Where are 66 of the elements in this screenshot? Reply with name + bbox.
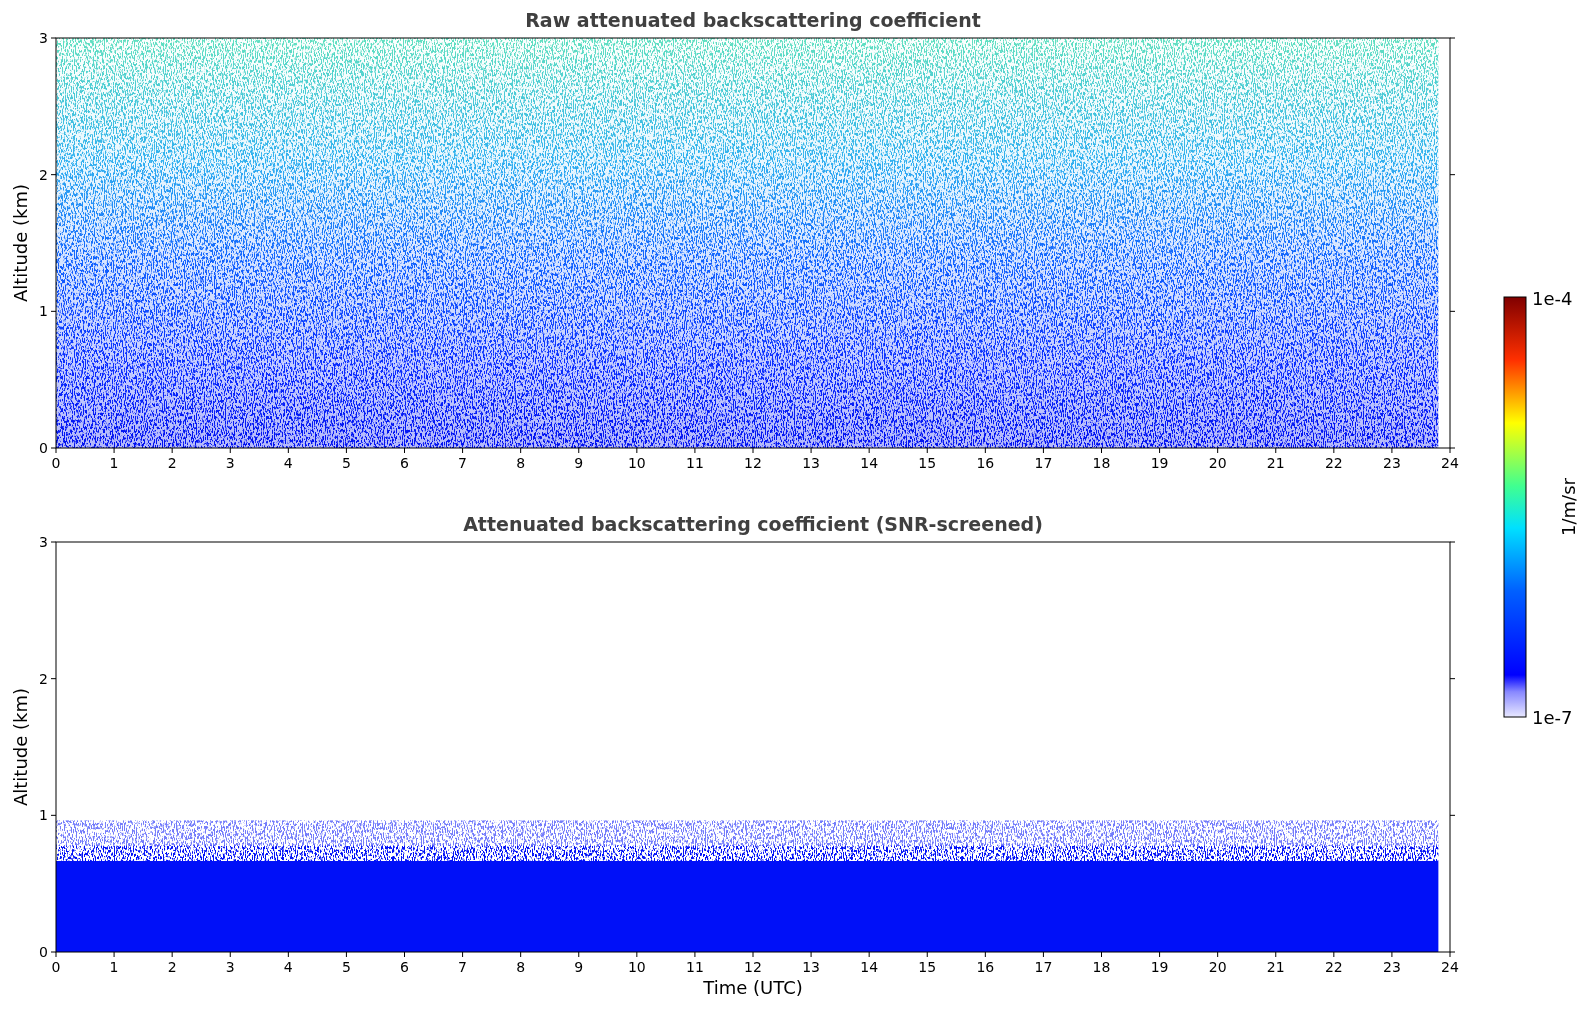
x-tick-label: 20 (1208, 959, 1227, 975)
x-tick-label: 21 (1266, 959, 1285, 975)
x-tick-label: 21 (1266, 455, 1285, 471)
y-tick-label: 1 (39, 807, 48, 824)
x-tick-label: 1 (109, 959, 119, 975)
x-tick-label: 7 (458, 455, 468, 471)
x-tick-label: 19 (1150, 959, 1169, 975)
x-tick-label: 5 (341, 959, 351, 975)
x-tick-label: 2 (167, 959, 177, 975)
x-tick-label: 17 (1034, 455, 1053, 471)
y-tick-label: 0 (39, 440, 48, 456)
colorbar-max-label: 1e-4 (1532, 288, 1573, 309)
x-tick-label: 11 (686, 455, 704, 471)
x-tick-label: 5 (341, 455, 351, 471)
x-tick-label: 23 (1383, 959, 1401, 975)
x-tick-label: 4 (283, 959, 293, 975)
x-tick-label: 10 (627, 455, 646, 471)
x-tick-label: 9 (574, 959, 584, 975)
x-tick-label: 24 (1441, 455, 1459, 471)
y-tick-label: 0 (39, 944, 48, 960)
x-tick-label: 18 (1092, 455, 1111, 471)
x-tick-label: 0 (51, 959, 61, 975)
x-tick-label: 11 (686, 959, 704, 975)
axis-label: Altitude (km) (10, 687, 31, 807)
x-tick-label: 16 (976, 455, 995, 471)
x-tick-label: 22 (1324, 455, 1343, 471)
y-tick-label: 1 (39, 303, 48, 320)
x-tick-label: 1 (109, 455, 119, 471)
x-tick-label: 7 (458, 959, 468, 975)
y-tick-label: 2 (39, 670, 48, 687)
x-tick-label: 14 (860, 959, 879, 975)
x-tick-label: 6 (400, 959, 409, 975)
x-tick-label: 13 (802, 455, 820, 471)
axis-label: Altitude (km) (10, 183, 31, 303)
y-tick-label: 3 (39, 534, 48, 550)
y-tick-label: 3 (39, 30, 48, 46)
x-tick-label: 0 (51, 455, 61, 471)
x-tick-label: 17 (1034, 959, 1053, 975)
plot-title: Attenuated backscattering coefficient (SNR-screened) (463, 513, 1043, 535)
x-tick-label: 24 (1441, 959, 1459, 975)
x-tick-label: 15 (918, 959, 937, 975)
y-tick-label: 2 (39, 166, 48, 183)
x-tick-label: 18 (1092, 959, 1111, 975)
x-tick-label: 15 (918, 455, 937, 471)
x-tick-label: 16 (976, 959, 995, 975)
x-tick-label: 8 (516, 959, 526, 975)
x-tick-label: 8 (516, 455, 526, 471)
x-tick-label: 12 (744, 455, 762, 471)
x-tick-label: 3 (225, 959, 235, 975)
x-tick-label: 4 (283, 455, 293, 471)
colorbar-label: 1/m/sr (1558, 478, 1579, 536)
x-tick-label: 20 (1208, 455, 1227, 471)
x-tick-label: 23 (1383, 455, 1401, 471)
x-tick-label: 2 (167, 455, 177, 471)
x-tick-label: 13 (802, 959, 820, 975)
x-tick-label: 9 (574, 455, 584, 471)
axis-label: Time (UTC) (703, 977, 803, 998)
x-tick-label: 10 (627, 959, 646, 975)
x-tick-label: 12 (744, 959, 762, 975)
x-tick-label: 6 (400, 455, 409, 471)
x-tick-label: 22 (1324, 959, 1343, 975)
colorbar-min-label: 1e-7 (1532, 707, 1573, 728)
x-tick-label: 19 (1150, 455, 1169, 471)
x-tick-label: 3 (225, 455, 235, 471)
x-tick-label: 14 (860, 455, 879, 471)
plot-title: Raw attenuated backscattering coefficient (525, 9, 981, 31)
